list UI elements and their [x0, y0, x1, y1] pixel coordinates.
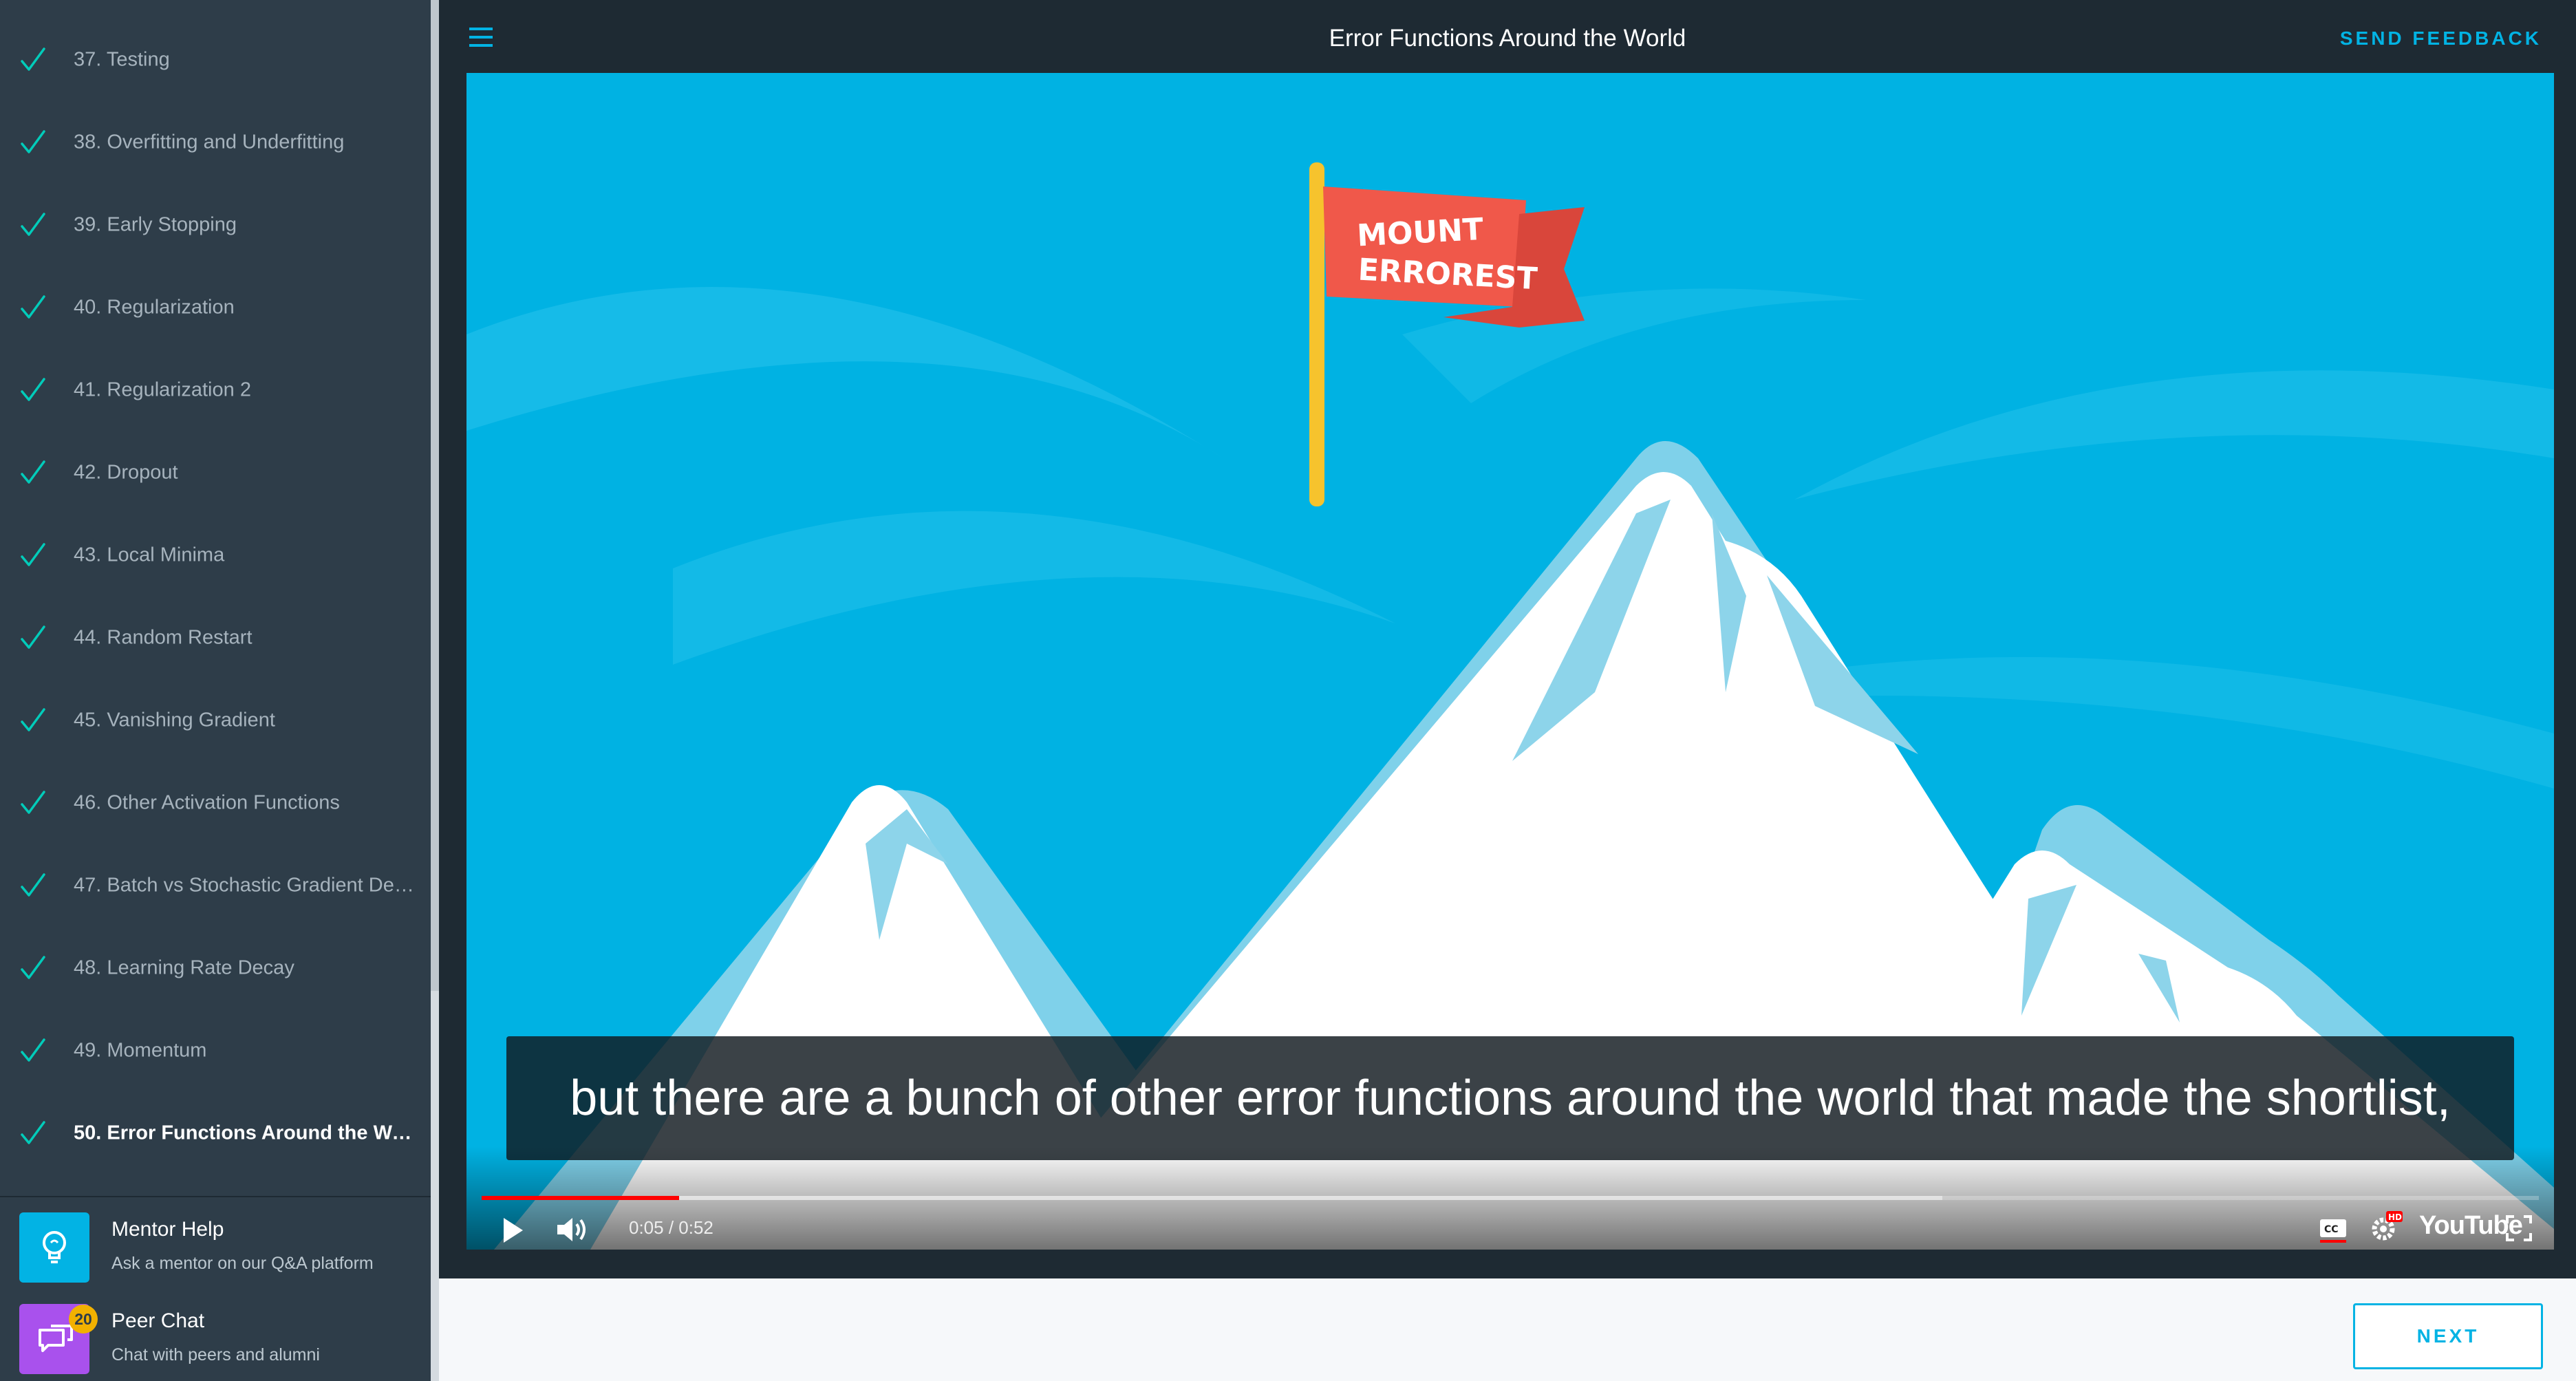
checkmark-icon [19, 623, 47, 653]
checkmark-icon [19, 127, 47, 158]
send-feedback-link[interactable]: SEND FEEDBACK [2340, 0, 2542, 73]
video-container: MOUNT ERROREST but there are a bunch of … [439, 73, 2576, 1278]
lesson-item[interactable]: 39. Early Stopping [0, 184, 431, 266]
video-player[interactable]: MOUNT ERROREST but there are a bunch of … [466, 73, 2554, 1250]
checkmark-icon [19, 1036, 47, 1066]
closed-captions-icon[interactable]: CC [2317, 1214, 2349, 1245]
lesson-label: 49. Momentum [74, 1039, 207, 1062]
peer-chat-card[interactable]: Peer Chat Chat with peers and alumni [0, 1290, 431, 1380]
caption-box: but there are a bunch of other error fun… [506, 1036, 2514, 1160]
lesson-item[interactable]: 48. Learning Rate Decay [0, 927, 431, 1009]
svg-text:CC: CC [2324, 1224, 2339, 1235]
lesson-item[interactable]: 41. Regularization 2 [0, 349, 431, 431]
fullscreen-icon[interactable] [2506, 1215, 2532, 1241]
peer-chat-title: Peer Chat [111, 1309, 205, 1332]
top-bar: Error Functions Around the World SEND FE… [439, 0, 2576, 73]
lesson-item[interactable]: 47. Batch vs Stochastic Gradient Descent [0, 844, 431, 927]
checkmark-icon [19, 540, 47, 570]
settings-gear-icon[interactable]: HD [2367, 1208, 2404, 1245]
lesson-item[interactable]: 43. Local Minima [0, 514, 431, 597]
checkmark-icon [19, 1118, 47, 1148]
mentor-help-card[interactable]: Mentor Help Ask a mentor on our Q&A plat… [0, 1199, 431, 1288]
lesson-label: 43. Local Minima [74, 544, 225, 566]
caption-text: but there are a bunch of other error fun… [570, 1071, 2451, 1126]
lesson-item[interactable]: 49. Momentum [0, 1009, 431, 1092]
time-display: 0:05 / 0:52 [629, 1217, 713, 1238]
sidebar-divider [0, 1196, 431, 1197]
lightbulb-icon [19, 1212, 89, 1283]
progress-bar[interactable] [482, 1196, 2539, 1200]
checkmark-icon [19, 45, 47, 75]
play-icon[interactable] [500, 1215, 527, 1245]
lesson-item[interactable]: 37. Testing [0, 19, 431, 101]
sidebar-scrollbar[interactable] [431, 0, 439, 1381]
sidebar-scroll-thumb[interactable] [431, 0, 439, 991]
checkmark-icon [19, 210, 47, 240]
lesson-label: 45. Vanishing Gradient [74, 709, 275, 731]
checkmark-icon [19, 375, 47, 405]
checkmark-icon [19, 705, 47, 736]
lesson-label: 37. Testing [74, 48, 170, 71]
lesson-item[interactable]: 50. Error Functions Around the World [0, 1092, 431, 1175]
checkmark-icon [19, 292, 47, 323]
lesson-item[interactable]: 44. Random Restart [0, 597, 431, 679]
checkmark-icon [19, 953, 47, 983]
lesson-label: 42. Dropout [74, 461, 178, 484]
peer-chat-badge: 20 [69, 1305, 98, 1334]
mentor-help-subtitle: Ask a mentor on our Q&A platform [111, 1254, 374, 1273]
lesson-item[interactable]: 45. Vanishing Gradient [0, 679, 431, 762]
lesson-item[interactable]: 46. Other Activation Functions [0, 762, 431, 844]
mentor-help-title: Mentor Help [111, 1218, 224, 1241]
flag-text-line1: MOUNT [1356, 212, 1484, 254]
volume-icon[interactable] [555, 1214, 592, 1245]
checkmark-icon [19, 788, 47, 818]
next-button[interactable]: NEXT [2353, 1303, 2543, 1369]
lesson-label: 44. Random Restart [74, 626, 253, 649]
lesson-item[interactable]: 40. Regularization [0, 266, 431, 349]
lesson-label: 39. Early Stopping [74, 213, 237, 236]
lesson-item[interactable]: 42. Dropout [0, 431, 431, 514]
bottom-bar: NEXT [439, 1278, 2576, 1381]
lesson-item[interactable]: 38. Overfitting and Underfitting [0, 101, 431, 184]
lesson-sidebar: 37. Testing 38. Overfitting and Underfitt… [0, 0, 431, 1381]
lesson-label: 38. Overfitting and Underfitting [74, 131, 345, 153]
hd-badge: HD [2388, 1212, 2402, 1222]
checkmark-icon [19, 870, 47, 901]
lesson-label: 47. Batch vs Stochastic Gradient Descent [74, 874, 414, 897]
lesson-label: 40. Regularization [74, 296, 235, 319]
lesson-label: 46. Other Activation Functions [74, 791, 340, 814]
page-title: Error Functions Around the World [1329, 25, 1686, 52]
checkmark-icon [19, 458, 47, 488]
lesson-label: 48. Learning Rate Decay [74, 956, 294, 979]
lesson-label: 50. Error Functions Around the World [74, 1122, 414, 1144]
progress-played [482, 1196, 680, 1200]
peer-chat-subtitle: Chat with peers and alumni [111, 1345, 320, 1364]
progress-buffered [482, 1196, 1942, 1200]
lesson-label: 41. Regularization 2 [74, 378, 251, 401]
